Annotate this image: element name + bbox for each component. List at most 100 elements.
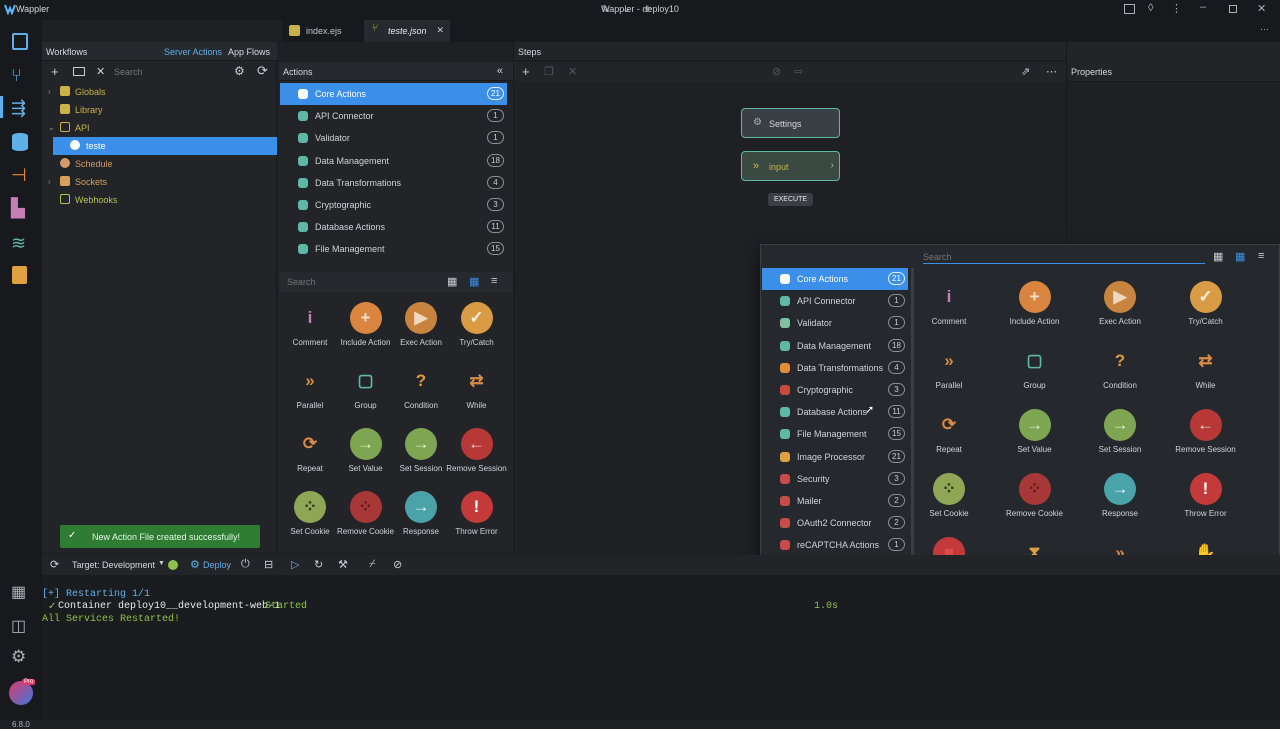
category-data-management[interactable]: Data Management 18 (280, 150, 507, 172)
close-tab-icon[interactable]: ✕ (436, 25, 444, 36)
action-set-value[interactable]: → Set Value (335, 428, 397, 473)
layout-icon[interactable] (1124, 4, 1135, 14)
category-api-connector[interactable]: API Connector 1 (762, 290, 908, 312)
category-security[interactable]: Security 3 (762, 468, 908, 490)
tree-item-schedule[interactable]: Schedule (42, 155, 277, 173)
folder-icon[interactable] (73, 67, 85, 76)
tree-item-sockets[interactable]: › Sockets (42, 173, 277, 191)
add-icon[interactable]: + (644, 1, 652, 16)
category-api-connector[interactable]: API Connector 1 (280, 105, 507, 127)
restart-icon[interactable]: ↻ (314, 558, 323, 571)
delete-icon[interactable]: ✕ (96, 65, 105, 78)
category-validator[interactable]: Validator 1 (280, 127, 507, 149)
category-database-actions[interactable]: Database Actions 11 (280, 216, 507, 238)
list-view-icon[interactable]: ≡ (1258, 250, 1264, 262)
refresh-icon[interactable]: ⟳ (257, 63, 268, 79)
tree-item-api[interactable]: ⌄ API (42, 119, 277, 137)
action-comment[interactable]: i Comment (918, 281, 980, 326)
category-cryptographic[interactable]: Cryptographic 3 (762, 379, 908, 401)
tab-index-ejs[interactable]: index.ejs (282, 20, 362, 42)
more-vert-icon[interactable]: ⋮ (1171, 2, 1182, 15)
action-remove-cookie[interactable]: ⁘ Remove Cookie (1004, 473, 1066, 518)
layers-icon[interactable]: ≋ (11, 233, 26, 254)
workflow-search-input[interactable] (114, 65, 224, 79)
action-try-catch[interactable]: ✓ Try/Catch (1175, 281, 1237, 326)
category-validator[interactable]: Validator 1 (762, 312, 908, 334)
action-set-session[interactable]: → Set Session (390, 428, 452, 473)
api-icon[interactable]: ⊣ (11, 165, 27, 186)
tabs-more-icon[interactable]: ⋯ (1260, 24, 1269, 35)
category-image-processor[interactable]: Image Processor 21 (762, 446, 908, 468)
add-icon[interactable]: + (51, 64, 59, 79)
category-data-transformations[interactable]: Data Transformations 4 (280, 172, 507, 194)
tree-item-library[interactable]: Library (42, 101, 277, 119)
category-recaptcha-actions[interactable]: reCAPTCHA Actions 1 (762, 534, 908, 556)
actions-search-input[interactable] (287, 275, 427, 289)
chevron-down-icon[interactable]: ⌄ (48, 123, 55, 132)
tab-teste-json[interactable]: ⑂ teste.json ✕ (364, 20, 450, 42)
disable-icon[interactable]: ⊘ (772, 65, 781, 78)
drop-icon[interactable]: ◊ (1148, 2, 1153, 14)
tab-server-actions[interactable]: Server Actions (164, 47, 222, 57)
action-throw-error[interactable]: ! Throw Error (1175, 473, 1237, 518)
action-while[interactable]: ⇄ While (446, 365, 508, 410)
large-grid-icon[interactable]: ▦ (1213, 250, 1223, 263)
puzzle-icon[interactable]: ◫ (11, 616, 26, 636)
action-repeat[interactable]: ⟳ Repeat (918, 409, 980, 454)
action-while[interactable]: ⇄ While (1175, 345, 1237, 390)
tools-icon[interactable]: ⚒ (338, 558, 348, 571)
settings-gear-icon[interactable]: ⚙ (11, 647, 26, 667)
category-cryptographic[interactable]: Cryptographic 3 (280, 194, 507, 216)
action-comment[interactable]: i Comment (279, 302, 341, 347)
action-exec-action[interactable]: ▶ Exec Action (390, 302, 452, 347)
popup-search-input[interactable] (923, 250, 1205, 264)
chevron-right-icon[interactable]: › (48, 177, 51, 186)
settings-icon[interactable]: ⚙ (234, 64, 245, 78)
more-icon[interactable]: ⋯ (1046, 65, 1057, 78)
action-condition[interactable]: ? Condition (390, 365, 452, 410)
input-node[interactable]: » input › (741, 151, 840, 181)
category-core-actions[interactable]: Core Actions 21 (762, 268, 908, 291)
chevron-down-icon[interactable]: ▼ (158, 560, 165, 567)
check-circle-icon[interactable]: ⊘ (393, 558, 402, 571)
refresh-icon[interactable]: ⟳ (50, 558, 59, 571)
action-set-value[interactable]: → Set Value (1004, 409, 1066, 454)
action-throw-error[interactable]: ! Throw Error (446, 491, 508, 536)
action-parallel[interactable]: » Parallel (918, 345, 980, 390)
category-mailer[interactable]: Mailer 2 (762, 490, 908, 512)
large-grid-icon[interactable]: ▦ (447, 275, 457, 288)
chevron-right-icon[interactable]: › (48, 87, 51, 96)
power-icon[interactable]: ⏻ (241, 558, 250, 571)
category-core-actions[interactable]: Core Actions 21 (280, 83, 507, 106)
action-remove-session[interactable]: ← Remove Session (1175, 409, 1237, 454)
category-file-management[interactable]: File Management 15 (280, 238, 507, 260)
action-remove-cookie[interactable]: ⁘ Remove Cookie (335, 491, 397, 536)
small-grid-icon[interactable]: ▦ (1235, 250, 1245, 263)
action-remove-session[interactable]: ← Remove Session (446, 428, 508, 473)
action-condition[interactable]: ? Condition (1089, 345, 1151, 390)
tab-app-flows[interactable]: App Flows (228, 47, 270, 57)
action-repeat[interactable]: ⟳ Repeat (279, 428, 341, 473)
run-icon[interactable]: ▷ (291, 558, 299, 571)
tree-item-webhooks[interactable]: Webhooks (42, 191, 277, 209)
settings-node[interactable]: ⚙ Settings (741, 108, 840, 138)
git-icon[interactable]: ⑂ (11, 65, 22, 86)
copy-icon[interactable]: ❐ (544, 65, 554, 78)
category-data-transformations[interactable]: Data Transformations 4 (762, 357, 908, 379)
action-exec-action[interactable]: ▶ Exec Action (1089, 281, 1151, 326)
small-grid-icon[interactable]: ▦ (469, 275, 479, 288)
design-icon[interactable]: ▙ (11, 198, 25, 219)
tree-item-teste[interactable]: teste (53, 137, 277, 155)
delete-icon[interactable]: ✕ (568, 65, 577, 78)
collapse-icon[interactable]: « (497, 65, 503, 77)
close-button[interactable]: ✕ (1257, 2, 1266, 15)
execute-button[interactable]: EXECUTE (768, 193, 813, 206)
list-view-icon[interactable]: ≡ (491, 275, 497, 287)
minimize-button[interactable]: – (1200, 1, 1206, 13)
action-parallel[interactable]: » Parallel (279, 365, 341, 410)
category-file-management[interactable]: File Management 15 (762, 423, 908, 445)
pages-icon[interactable] (12, 33, 28, 50)
deploy-button[interactable]: Deploy (203, 560, 231, 570)
action-include-action[interactable]: + Include Action (1004, 281, 1066, 326)
action-group[interactable]: ▢ Group (1004, 345, 1066, 390)
